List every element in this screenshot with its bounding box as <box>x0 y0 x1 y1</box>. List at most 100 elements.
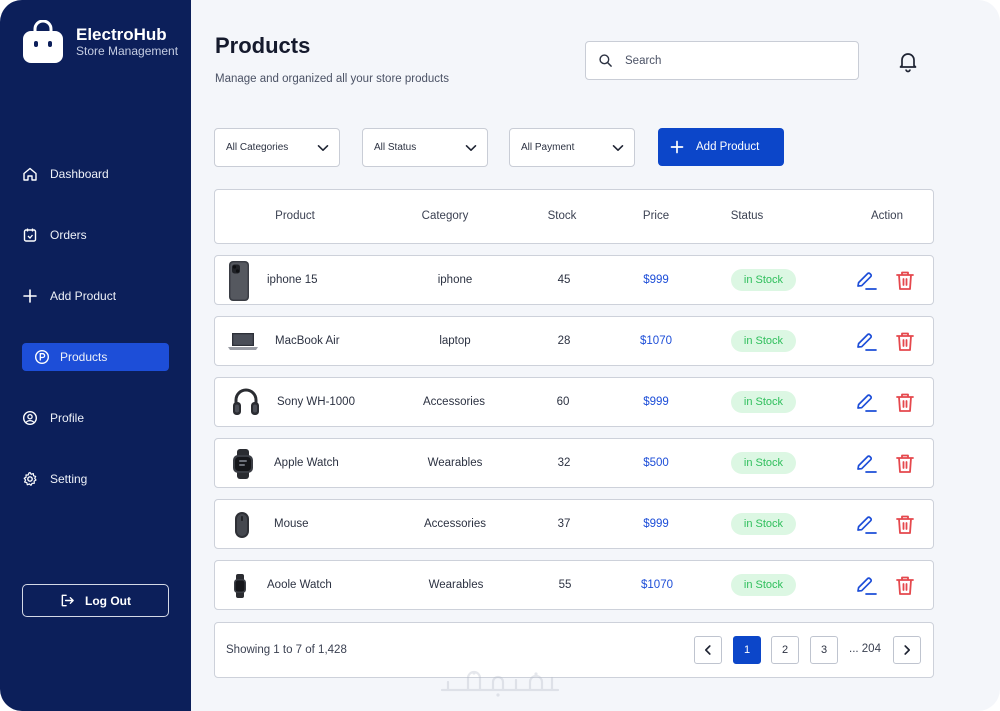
edit-icon[interactable] <box>855 393 877 413</box>
status-badge: in Stock <box>731 269 796 291</box>
status-badge: in Stock <box>731 513 796 535</box>
product-price: $999 <box>643 274 669 286</box>
status-badge: in Stock <box>731 330 796 352</box>
page-button-2[interactable]: 2 <box>771 636 799 664</box>
nav-item-label: Profile <box>50 411 85 425</box>
nav-item-label: Dashboard <box>50 167 109 181</box>
product-category: laptop <box>439 335 471 347</box>
chevron-right-icon <box>904 645 910 655</box>
page-subtitle: Manage and organized all your store prod… <box>215 73 449 85</box>
chevron-down-icon <box>317 144 329 151</box>
table-row[interactable]: Apple Watch Wearables 32 $500 in Stock <box>214 438 934 488</box>
product-category: Accessories <box>424 518 486 530</box>
product-name: Apple Watch <box>274 457 339 469</box>
products-icon <box>34 349 50 365</box>
payment-filter-value: All Payment <box>521 142 575 153</box>
add-product-button[interactable]: Add Product <box>658 128 784 166</box>
product-name: Sony WH-1000 <box>277 396 355 408</box>
page-button-1[interactable]: 1 <box>733 636 761 664</box>
brand-subtitle: Store Management <box>76 44 179 58</box>
product-price: $1070 <box>640 335 672 347</box>
trash-icon[interactable] <box>895 453 915 474</box>
nav-item-dashboard[interactable]: Dashboard <box>22 160 169 188</box>
nav-item-label: Orders <box>50 228 87 242</box>
category-filter-value: All Categories <box>226 142 289 153</box>
product-category: iphone <box>437 274 473 286</box>
trash-icon[interactable] <box>895 514 915 535</box>
header-status: Status <box>730 210 764 222</box>
nav-item-label: Setting <box>50 472 88 486</box>
header-stock: Stock <box>547 210 577 222</box>
product-category: Wearables <box>427 457 483 469</box>
table-row[interactable]: Sony WH-1000 Accessories 60 $999 in Stoc… <box>214 377 934 427</box>
product-name: Mouse <box>274 518 309 530</box>
trash-icon[interactable] <box>895 392 915 413</box>
product-price: $500 <box>643 457 669 469</box>
page-title: Products <box>215 33 311 58</box>
table-row[interactable]: MacBook Air laptop 28 $1070 in Stock <box>214 316 934 366</box>
status-filter-select[interactable]: All Status <box>362 128 488 167</box>
edit-icon[interactable] <box>855 576 877 596</box>
logout-icon <box>61 594 74 607</box>
edit-icon[interactable] <box>855 515 877 535</box>
nav-item-products[interactable]: Products <box>22 343 169 371</box>
table-row[interactable]: Mouse Accessories 37 $999 in Stock <box>214 499 934 549</box>
shopping-bag-logo-icon <box>22 19 64 64</box>
bell-icon[interactable] <box>896 49 920 73</box>
nav-item-add-product[interactable]: Add Product <box>22 282 169 310</box>
product-name: iphone 15 <box>267 274 318 286</box>
product-stock: 55 <box>558 579 572 591</box>
mouse-image <box>235 512 249 538</box>
laptop-image <box>228 333 258 350</box>
page-button-3[interactable]: 3 <box>810 636 838 664</box>
nav-item-orders[interactable]: Orders <box>22 221 169 249</box>
trash-icon[interactable] <box>895 575 915 596</box>
watch-image <box>234 574 246 598</box>
home-icon <box>23 167 37 181</box>
nav-item-label: Products <box>60 350 108 364</box>
edit-icon[interactable] <box>855 454 877 474</box>
product-name: Aoole Watch <box>267 579 332 591</box>
edit-icon[interactable] <box>855 332 877 352</box>
next-page-button[interactable] <box>893 636 921 664</box>
status-badge: in Stock <box>731 452 796 474</box>
payment-filter-select[interactable]: All Payment <box>509 128 635 167</box>
nav-item-profile[interactable]: Profile <box>22 404 169 432</box>
product-price: $999 <box>643 396 669 408</box>
edit-icon[interactable] <box>855 271 877 291</box>
app-frame: ElectroHub Store Management Dashboard Or… <box>0 0 1000 711</box>
header-category: Category <box>421 210 469 222</box>
status-filter-value: All Status <box>374 142 417 153</box>
watch-image <box>233 449 253 479</box>
logout-label: Log Out <box>85 593 131 608</box>
status-badge: in Stock <box>731 391 796 413</box>
logout-button[interactable]: Log Out <box>22 584 169 617</box>
search-input[interactable] <box>625 54 825 67</box>
search-box[interactable] <box>585 41 859 80</box>
product-price: $1070 <box>641 579 673 591</box>
brand-name: ElectroHub <box>76 25 167 44</box>
sidebar: ElectroHub Store Management Dashboard Or… <box>0 0 191 711</box>
product-stock: 37 <box>557 518 571 530</box>
product-stock: 60 <box>556 396 570 408</box>
add-product-label: Add Product <box>696 141 760 153</box>
category-filter-select[interactable]: All Categories <box>214 128 340 167</box>
headphones-image <box>233 388 259 415</box>
table-header: Product Category Stock Price Status Acti… <box>214 189 934 244</box>
pagination-bar: Showing 1 to 7 of 1,428 1 2 3 ... 204 <box>214 622 934 678</box>
status-badge: in Stock <box>731 574 796 596</box>
prev-page-button[interactable] <box>694 636 722 664</box>
table-row[interactable]: iphone 15 iphone 45 $999 in Stock <box>214 255 934 305</box>
table-row[interactable]: Aoole Watch Wearables 55 $1070 in Stock <box>214 560 934 610</box>
chevron-left-icon <box>705 645 711 655</box>
trash-icon[interactable] <box>895 331 915 352</box>
nav-item-setting[interactable]: Setting <box>22 465 169 493</box>
orders-icon <box>23 228 37 242</box>
plus-icon <box>670 140 684 154</box>
trash-icon[interactable] <box>895 270 915 291</box>
chevron-down-icon <box>465 144 477 151</box>
header-product: Product <box>275 210 315 222</box>
phone-image <box>229 261 249 301</box>
plus-icon <box>23 289 37 303</box>
product-stock: 32 <box>557 457 571 469</box>
